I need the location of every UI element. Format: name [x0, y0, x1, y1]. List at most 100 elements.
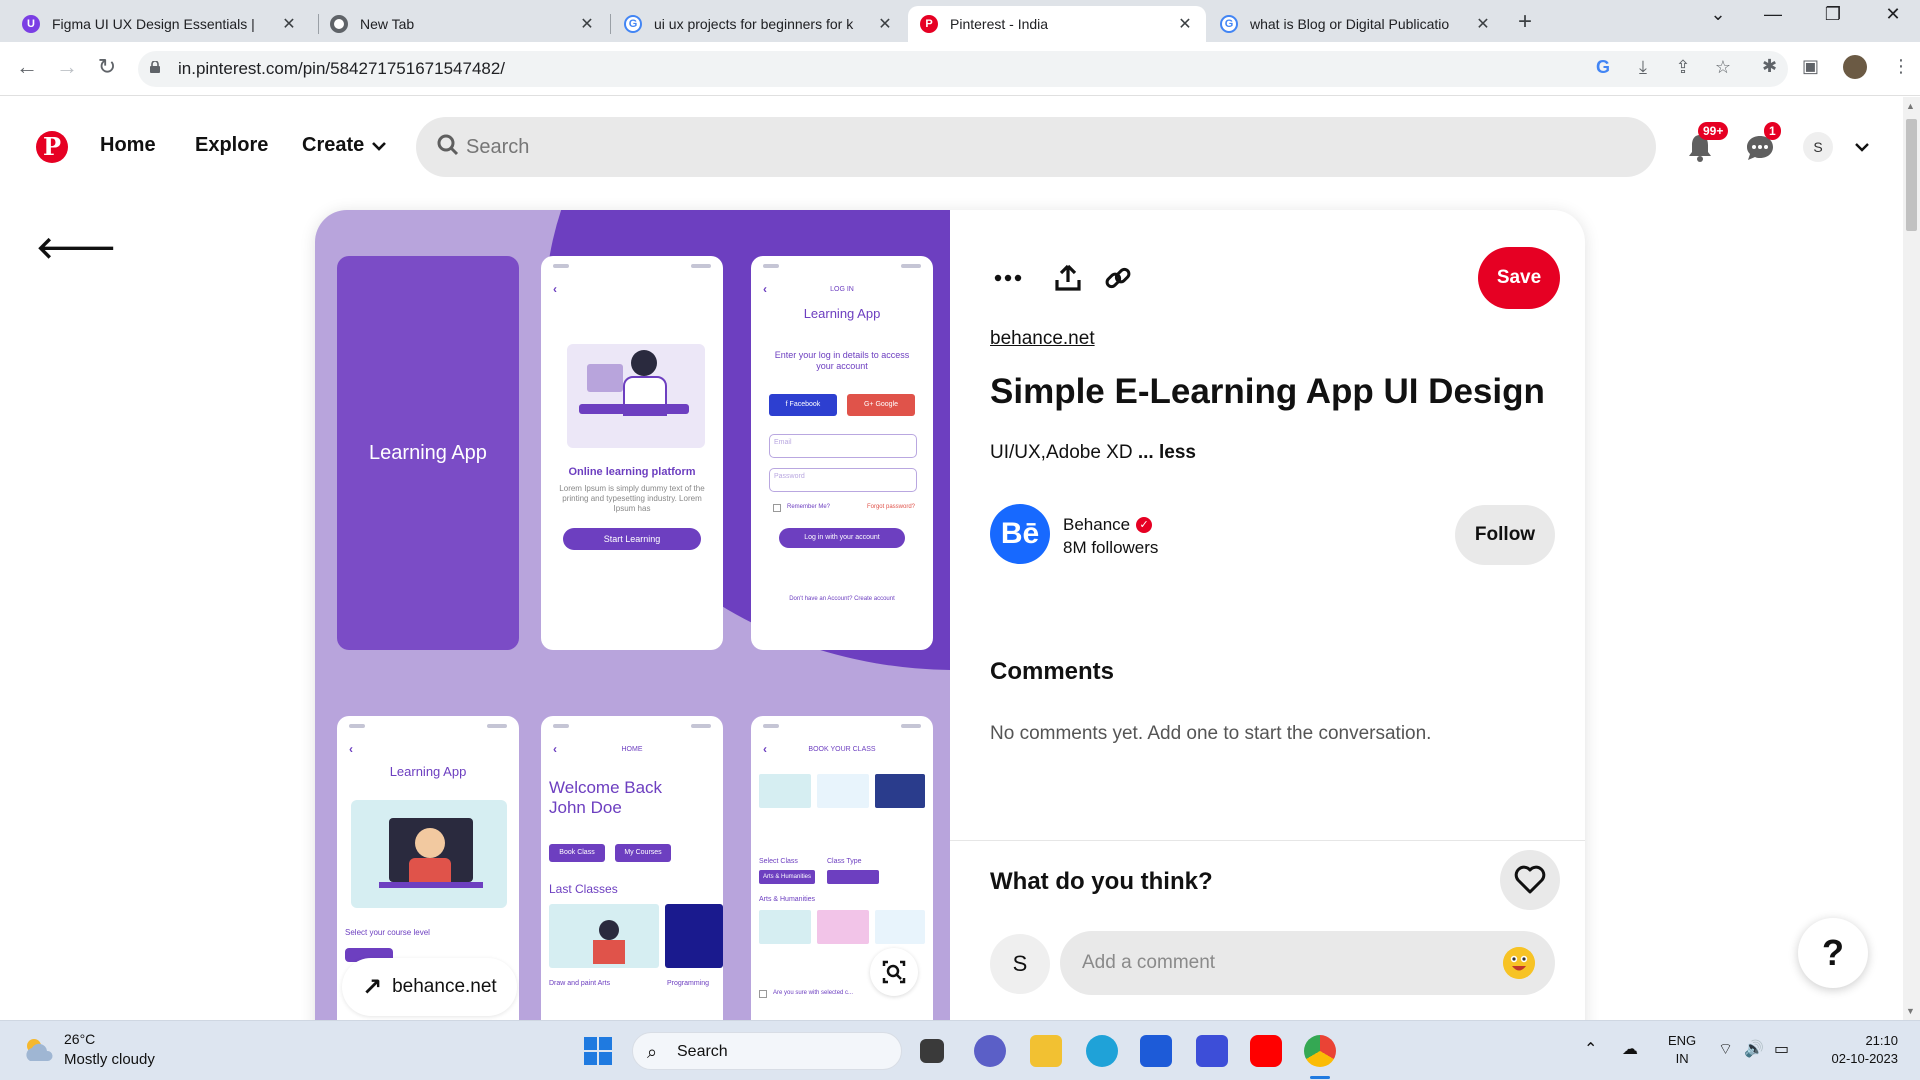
show-less-link[interactable]: ... less	[1138, 442, 1196, 463]
volume-icon[interactable]: 🔊	[1744, 1039, 1764, 1059]
windows-start-icon[interactable]	[584, 1037, 612, 1065]
extensions-puzzle-icon[interactable]: ✱	[1762, 56, 1777, 77]
mock-label: BOOK YOUR CLASS	[808, 746, 876, 753]
class-thumb-illustration	[759, 910, 811, 944]
edge-browser-icon[interactable]	[1086, 1035, 1118, 1067]
install-app-icon[interactable]: ⤓	[1630, 57, 1656, 78]
mock-status-bar	[349, 724, 507, 730]
mock-heading: Online learning platform	[568, 466, 696, 478]
wifi-icon[interactable]: ⌔	[1718, 1039, 1733, 1059]
mock-email-input: Email	[769, 434, 917, 458]
address-bar[interactable]: in.pinterest.com/pin/584271751671547482/…	[138, 51, 1788, 87]
share-icon[interactable]: ⇪	[1670, 57, 1696, 78]
follower-count: 8M followers	[1063, 538, 1159, 557]
battery-icon[interactable]: ▭	[1774, 1039, 1789, 1059]
browser-tab[interactable]: New Tab ✕	[318, 6, 608, 42]
teams-chat-icon[interactable]	[974, 1035, 1006, 1067]
visual-search-icon[interactable]	[870, 948, 918, 996]
close-tab-icon[interactable]: ✕	[1176, 14, 1194, 34]
cloudy-weather-icon[interactable]	[22, 1035, 56, 1065]
mock-select-label: Select Class	[759, 858, 798, 865]
mock-body: Lorem Ipsum is simply dummy text of the …	[559, 484, 705, 513]
forward-icon[interactable]: →	[52, 54, 82, 80]
scrollbar-thumb[interactable]	[1906, 119, 1917, 231]
microsoft-store-icon[interactable]	[1140, 1035, 1172, 1067]
mock-welcome: Welcome Back John Doe	[549, 778, 663, 817]
class-thumb-illustration	[875, 910, 925, 944]
show-hidden-icons-icon[interactable]: ⌃	[1584, 1039, 1597, 1059]
search-input[interactable]: Search	[416, 117, 1656, 177]
close-tab-icon[interactable]: ✕	[578, 14, 596, 34]
browser-tab[interactable]: G ui ux projects for beginners for k ✕	[612, 6, 906, 42]
save-button[interactable]: Save	[1478, 247, 1560, 309]
close-tab-icon[interactable]: ✕	[876, 14, 894, 34]
restore-icon[interactable]: ❐	[1818, 4, 1848, 25]
add-comment-input[interactable]: Add a comment	[1060, 931, 1555, 995]
system-clock[interactable]: 21:10 02-10-2023	[1818, 1032, 1899, 1068]
region-code: IN	[1675, 1051, 1689, 1066]
weather-description[interactable]: Mostly cloudy	[64, 1051, 155, 1068]
close-window-icon[interactable]: ✕	[1878, 4, 1908, 25]
lock-icon[interactable]	[150, 61, 160, 73]
weather-temperature[interactable]: 26°C	[64, 1031, 95, 1047]
task-view-icon[interactable]	[920, 1039, 944, 1063]
nav-create[interactable]: Create	[302, 134, 364, 157]
back-icon[interactable]: ←	[12, 54, 42, 80]
new-tab-icon[interactable]: +	[1518, 8, 1532, 36]
share-upload-icon[interactable]	[1050, 260, 1086, 296]
user-avatar[interactable]: S	[1803, 132, 1833, 162]
mock-status-bar	[763, 264, 921, 270]
follow-button[interactable]: Follow	[1455, 505, 1555, 565]
taskbar-search[interactable]: ⌕ Search	[632, 1032, 902, 1070]
pen-app-icon[interactable]	[1196, 1035, 1228, 1067]
minimize-icon[interactable]: —	[1758, 4, 1788, 25]
google-lens-icon[interactable]: G	[1590, 57, 1616, 78]
scroll-up-icon[interactable]: ▲	[1906, 101, 1915, 111]
pinterest-logo-icon[interactable]: P	[36, 131, 68, 163]
browser-tab[interactable]: G what is Blog or Digital Publicatio ✕	[1208, 6, 1504, 42]
onedrive-cloud-icon[interactable]: ☁	[1622, 1039, 1638, 1059]
mock-back-icon: ‹	[349, 742, 353, 756]
help-button[interactable]: ?	[1798, 918, 1868, 988]
chrome-profile-avatar[interactable]	[1843, 55, 1867, 79]
creator-name[interactable]: Behance	[1063, 515, 1130, 535]
chevron-down-icon[interactable]	[370, 137, 388, 155]
tab-search-chevron-icon[interactable]: ⌄	[1703, 4, 1733, 25]
more-options-icon[interactable]	[990, 260, 1026, 296]
pin-image[interactable]: Learning App ‹ Online learning platform …	[315, 210, 950, 1040]
mock-select-chip: Arts & Humanities	[759, 870, 815, 884]
chrome-taskbar-icon[interactable]	[1304, 1035, 1336, 1067]
mock-screen-onboarding: ‹ Online learning platform Lorem Ipsum i…	[541, 256, 723, 650]
source-link-pill[interactable]: ↗ behance.net	[342, 958, 517, 1016]
page-scrollbar[interactable]: ▲ ▼	[1903, 97, 1920, 1020]
browser-toolbar: ← → ↻ in.pinterest.com/pin/5842717516715…	[0, 42, 1920, 96]
class-card-illustration	[665, 904, 723, 968]
heart-react-icon[interactable]	[1500, 850, 1560, 910]
file-explorer-icon[interactable]	[1030, 1035, 1062, 1067]
nav-home[interactable]: Home	[100, 134, 156, 157]
browser-tab[interactable]: U Figma UI UX Design Essentials | ✕	[10, 6, 310, 42]
input-language[interactable]: ENG IN	[1668, 1032, 1696, 1068]
close-tab-icon[interactable]: ✕	[1474, 14, 1492, 34]
source-domain-link[interactable]: behance.net	[990, 328, 1095, 350]
url-text[interactable]: in.pinterest.com/pin/584271751671547482/	[178, 59, 505, 79]
back-arrow-icon[interactable]: 🡐	[36, 230, 116, 266]
scroll-down-icon[interactable]: ▼	[1906, 1006, 1915, 1016]
side-panel-icon[interactable]: ▣	[1802, 56, 1819, 77]
youtube-icon[interactable]	[1250, 1035, 1282, 1067]
messages-badge: 1	[1764, 122, 1781, 140]
browser-tab-active[interactable]: P Pinterest - India ✕	[908, 6, 1206, 42]
emoji-picker-icon[interactable]	[1503, 947, 1535, 979]
account-chevron-down-icon[interactable]	[1853, 138, 1871, 156]
bookmark-star-icon[interactable]: ☆	[1710, 57, 1736, 78]
chrome-menu-icon[interactable]: ⋮	[1892, 56, 1910, 77]
reload-icon[interactable]: ↻	[92, 54, 122, 80]
close-tab-icon[interactable]: ✕	[280, 14, 298, 34]
mock-title: Learning App	[369, 442, 487, 464]
copy-link-icon[interactable]	[1100, 260, 1136, 296]
creator-avatar[interactable]: Bē	[990, 504, 1050, 564]
nav-explore[interactable]: Explore	[195, 134, 268, 157]
creator-name-row[interactable]: Behance ✓	[1063, 515, 1153, 535]
pinterest-header: P Home Explore Create Search 99+ 1 S	[0, 97, 1900, 197]
comment-user-avatar[interactable]: S	[990, 934, 1050, 994]
